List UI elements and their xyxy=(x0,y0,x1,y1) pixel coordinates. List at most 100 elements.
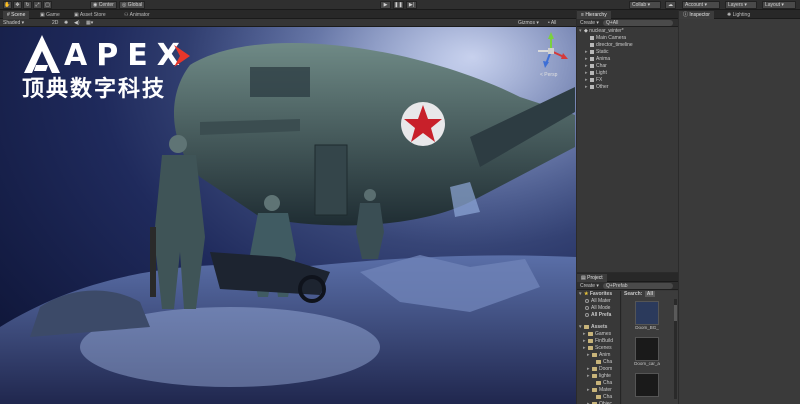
tab-hierarchy[interactable]: ≡ Hierarchy xyxy=(577,11,611,19)
hierarchy-item[interactable]: ▸ FX xyxy=(577,77,678,84)
asset-folder-item[interactable]: ▸ FinBuild xyxy=(577,338,620,345)
tab-inspector[interactable]: ⓘ Inspector xyxy=(679,11,714,19)
center-label: Center xyxy=(98,2,114,8)
project-tabbar: ▤ Project xyxy=(577,273,678,282)
collab-dropdown[interactable]: Collab ▾ xyxy=(629,1,661,9)
asset-folder-item[interactable]: ▸ lighte xyxy=(577,373,620,380)
asset-thumbnail[interactable]: Doom_BG_ xyxy=(632,301,662,335)
move-icon[interactable]: ✥ xyxy=(13,1,22,9)
scene-orientation-gizmo[interactable]: < Persp xyxy=(528,31,574,83)
asset-folder-item[interactable]: ▸ Doom xyxy=(577,366,620,373)
tab-animator[interactable]: ⚇ Animator xyxy=(120,11,154,19)
cloud-button[interactable]: ☁ xyxy=(665,1,676,9)
asset-folder-item[interactable]: Cha xyxy=(577,380,620,387)
project-toolbar: Create ▾ Q+Prefab xyxy=(577,282,678,290)
2d-toggle[interactable]: 2D xyxy=(52,19,58,27)
asset-folder-label: Games xyxy=(595,331,612,337)
scene-name: nuclear_winter* xyxy=(589,28,624,34)
asset-folder-label: FinBuild xyxy=(595,338,614,344)
hierarchy-search-input[interactable]: Q+All xyxy=(603,20,673,26)
hierarchy-item[interactable]: ▸ Static xyxy=(577,49,678,56)
project-search-input[interactable]: Q+Prefab xyxy=(603,283,673,289)
hierarchy-item[interactable]: director_timeline xyxy=(577,42,678,49)
hand-icon[interactable]: ✋ xyxy=(3,1,12,9)
layout-dropdown[interactable]: Layout ▾ xyxy=(762,1,796,9)
hierarchy-item[interactable]: ▸ Char xyxy=(577,63,678,70)
project-tree: ▾ ★ Favorites All Mater All Mode All Prefa … xyxy=(577,291,621,404)
persp-label[interactable]: < Persp xyxy=(540,72,557,78)
tab-lighting[interactable]: ✺ Lighting xyxy=(723,11,754,19)
asset-thumbnail[interactable] xyxy=(632,373,662,404)
folder-icon xyxy=(592,387,597,392)
gizmos-dropdown[interactable]: Gizmos ▾ xyxy=(518,19,539,27)
saved-search-icon xyxy=(585,305,589,310)
tab-project[interactable]: ▤ Project xyxy=(577,274,607,282)
hierarchy-item[interactable]: ▸ Light xyxy=(577,70,678,77)
hierarchy-item[interactable]: ▸ Anima xyxy=(577,56,678,63)
gameobject-icon xyxy=(590,56,594,61)
texture-preview-icon xyxy=(635,301,659,325)
tab-project-label: Project xyxy=(587,275,603,281)
lighting-toggle-icon[interactable]: ✺ xyxy=(64,19,68,27)
hierarchy-item[interactable]: Main Camera xyxy=(577,35,678,42)
scale-icon[interactable]: ⤢ xyxy=(33,1,42,9)
assets-header[interactable]: ▾ Assets xyxy=(577,324,620,331)
project-create-dropdown[interactable]: Create ▾ xyxy=(580,282,599,290)
globe-icon: ◎ xyxy=(122,2,127,8)
folder-icon xyxy=(588,331,593,336)
tab-asset-store[interactable]: ▣ Asset Store xyxy=(70,11,110,19)
audio-toggle-icon[interactable]: ◀) xyxy=(74,19,80,27)
tab-scene[interactable]: # Scene xyxy=(3,11,30,19)
asset-folder-label: Scenes xyxy=(595,345,612,351)
favorite-item[interactable]: All Mode xyxy=(577,305,620,312)
gameobject-icon xyxy=(590,49,594,54)
tab-scene-label: Scene xyxy=(11,12,26,18)
account-dropdown[interactable]: Account ▾ xyxy=(682,1,720,9)
pivot-center-toggle[interactable]: ◉ Center xyxy=(90,1,117,9)
layers-dropdown[interactable]: Layers ▾ xyxy=(725,1,757,9)
tab-animator-label: Animator xyxy=(129,12,150,18)
hierarchy-create-dropdown[interactable]: Create ▾ xyxy=(580,19,599,27)
hierarchy-create-label: Create xyxy=(580,20,596,26)
asset-folder-label: Anim xyxy=(599,352,611,358)
hierarchy-item[interactable]: ▸ Other xyxy=(577,84,678,91)
project-scrollbar[interactable] xyxy=(674,299,677,399)
scene-viewport[interactable]: APEX 顶典数字科技 < Persp xyxy=(0,27,576,404)
rotate-icon[interactable]: ↻ xyxy=(23,1,32,9)
asset-folder-label: Cha xyxy=(603,394,613,400)
folder-icon xyxy=(596,380,601,385)
folder-icon xyxy=(592,352,597,357)
play-icon: ▶ xyxy=(383,2,388,8)
hierarchy-item-label: Light xyxy=(596,70,607,76)
hierarchy-scene-row[interactable]: ▾ ◆ nuclear_winter* xyxy=(577,28,678,35)
layout-label: Layout xyxy=(765,2,781,8)
tab-game[interactable]: ▣ Game xyxy=(36,11,64,19)
asset-thumbnail[interactable]: Doom_car_a xyxy=(632,337,662,371)
scene-tabbar: # Scene ▣ Game ▣ Asset Store ⚇ Animator xyxy=(0,10,576,19)
scene-view-toolbar: Shaded ▾ 2D ✺ ◀) ▦▾ Gizmos ▾ • All xyxy=(0,19,576,27)
asset-folder-item[interactable]: Cha xyxy=(577,394,620,401)
favorite-item-label: All Mater xyxy=(591,298,611,304)
asset-folder-item[interactable]: ▸ Scenes xyxy=(577,345,620,352)
favorite-item[interactable]: All Mater xyxy=(577,298,620,305)
tab-hierarchy-label: Hierarchy xyxy=(585,12,607,18)
asset-folder-item[interactable]: Cha xyxy=(577,359,620,366)
rect-tool-icon[interactable]: ▢ xyxy=(43,1,52,9)
step-button[interactable]: ▶| xyxy=(406,1,417,9)
asset-folder-item[interactable]: ▸ Games xyxy=(577,331,620,338)
asset-folder-item[interactable]: ▸ Mater xyxy=(577,387,620,394)
play-button[interactable]: ▶ xyxy=(380,1,391,9)
shading-mode-dropdown[interactable]: Shaded ▾ xyxy=(3,19,24,27)
favorite-item[interactable]: All Prefa xyxy=(577,312,620,319)
favorites-header[interactable]: ▾ ★ Favorites xyxy=(577,291,620,298)
effects-toggle-icon[interactable]: ▦▾ xyxy=(86,19,93,27)
asset-folder-item[interactable]: ▸ Anim xyxy=(577,352,620,359)
hierarchy-toolbar: Create ▾ Q+All xyxy=(577,19,678,27)
global-toggle[interactable]: ◎ Global xyxy=(119,1,146,9)
project-scrollbar-thumb[interactable] xyxy=(674,305,677,321)
asset-folder-label: Mater xyxy=(599,387,612,393)
search-scope-all[interactable]: All xyxy=(644,291,656,297)
saved-search-icon xyxy=(585,298,589,303)
scene-search[interactable]: • All xyxy=(548,19,556,27)
pause-button[interactable]: ❚❚ xyxy=(393,1,404,9)
